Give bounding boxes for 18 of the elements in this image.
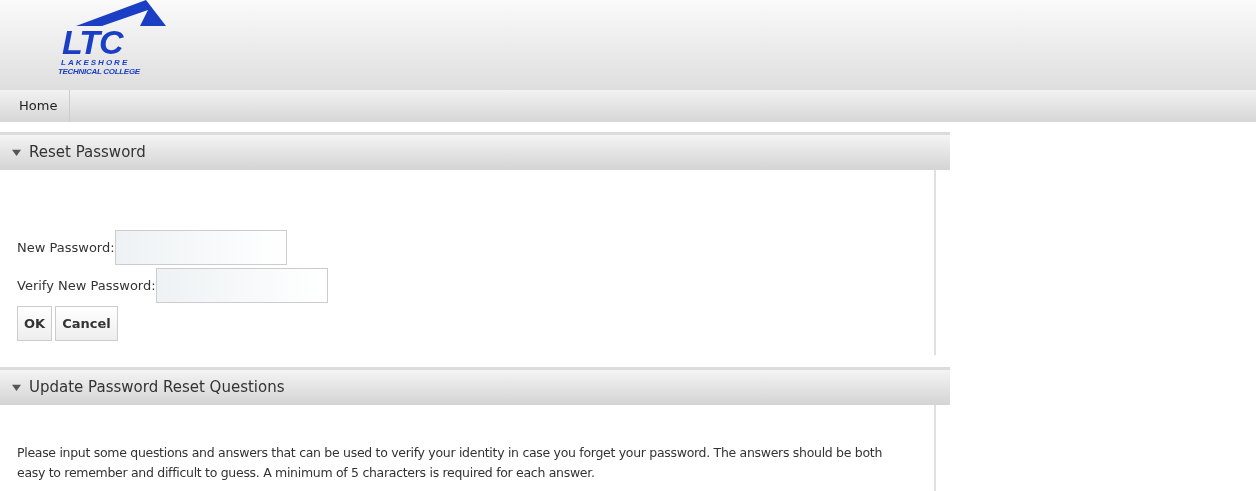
logo-subtitle: TECHNICAL COLLEGE [58,67,140,76]
password-field[interactable] [114,230,287,265]
panel-header[interactable]: Update Password Reset Questions [0,367,950,405]
caret-icon [12,148,21,157]
ok-button[interactable]: OK [17,306,53,341]
instructions-text: Please input some questions and answers that can be used to verify your identity in case you forget your password. The answers should be both easy to remember and difficult to guess. A minimum of 5 characters is required for each answer. [16,444,884,482]
roof-icon [76,0,166,26]
field-label: New Password: [17,238,115,257]
panel-title: Reset Password [29,142,146,164]
caret-icon [12,383,21,392]
nav-link[interactable]: Home [7,90,71,122]
logo-mark: LTC [62,26,123,58]
field-label: Verify New Password: [17,276,156,295]
logo-name: LAKESHORE [61,58,130,67]
password-field[interactable] [155,268,328,303]
cancel-button[interactable]: Cancel [55,306,118,341]
panel-title: Update Password Reset Questions [29,377,285,399]
panel-header[interactable]: Reset Password [0,132,950,170]
